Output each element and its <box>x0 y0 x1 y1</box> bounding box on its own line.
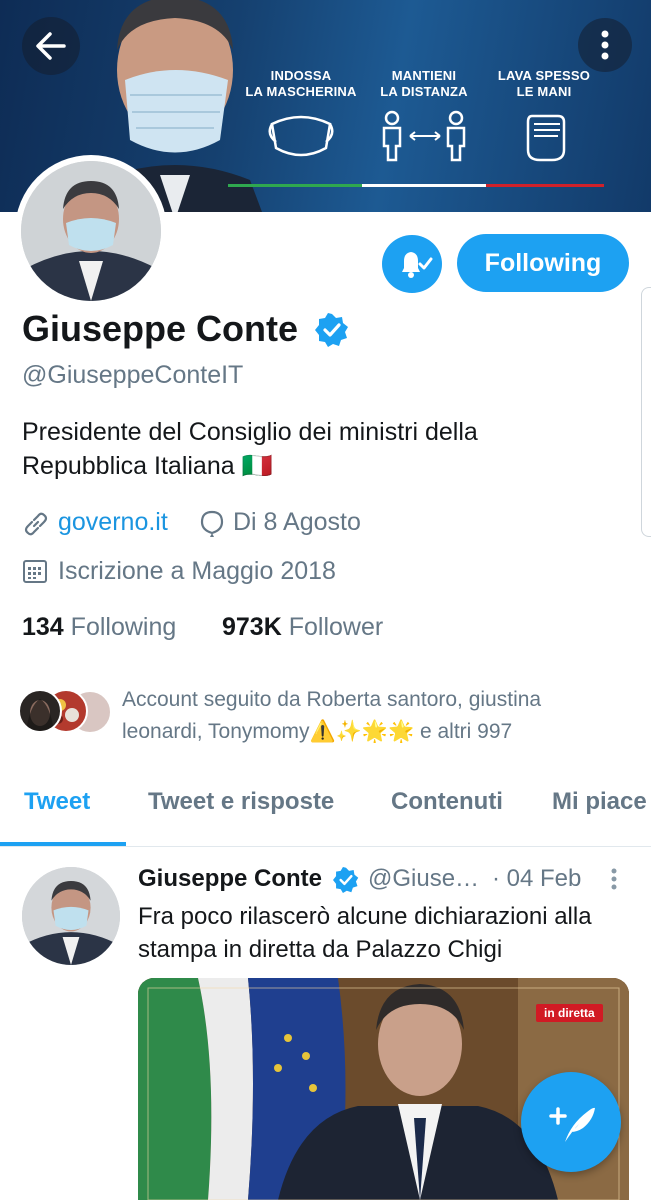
tweet-date[interactable]: · 04 Feb <box>492 865 581 893</box>
flag-stripe-red <box>486 184 604 187</box>
flag-stripe-white <box>362 184 486 187</box>
tab-tweet-e-risposte[interactable]: Tweet e risposte <box>148 788 334 816</box>
profile-name: Giuseppe Conte <box>22 308 299 349</box>
active-tab-indicator <box>0 842 126 846</box>
back-arrow-icon <box>36 32 66 60</box>
tab-mi-piace[interactable]: Mi piace <box>552 788 647 816</box>
more-vertical-icon <box>601 30 609 60</box>
profile-birthday: Di 8 Agosto <box>233 508 361 536</box>
banner-msg-distance: MANTIENI LA DISTANZA <box>380 68 468 99</box>
wash-hands-icon <box>526 114 566 162</box>
following-count-label: Following <box>70 613 177 641</box>
back-button[interactable] <box>22 17 80 75</box>
profile-tabs: Tweet Tweet e risposte Contenuti Mi piac… <box>0 768 651 847</box>
notifications-button[interactable] <box>382 235 442 293</box>
followers-count-label: Follower <box>288 613 384 641</box>
verified-badge-icon <box>315 313 348 347</box>
tweet-author-name[interactable]: Giuseppe Conte <box>138 865 322 893</box>
tweet-verified-badge-icon <box>333 867 359 893</box>
following-count-number: 134 <box>22 613 64 641</box>
tab-tweet[interactable]: Tweet <box>24 788 90 816</box>
compose-tweet-icon <box>549 1107 595 1142</box>
calendar-icon <box>23 560 47 583</box>
profile-website-link[interactable]: governo.it <box>58 508 168 537</box>
compose-tweet-button[interactable] <box>521 1072 621 1172</box>
banner-msg-mask: INDOSSA LA MASCHERINA <box>245 68 357 99</box>
follower-avatar-1[interactable] <box>18 689 62 733</box>
profile-avatar[interactable] <box>15 155 167 307</box>
followers-count-number: 973K <box>222 613 282 641</box>
tab-contenuti[interactable]: Contenuti <box>391 788 503 816</box>
followed-by-text[interactable]: Account seguito da Roberta santoro, gius… <box>122 684 622 748</box>
tweet-author-handle[interactable]: @Giuse… <box>368 865 479 893</box>
tweet-text: Fra poco rilascerò alcune dichiarazioni … <box>138 903 592 963</box>
tweet-avatar-portrait <box>22 867 120 965</box>
banner-msg-hands: LAVA SPESSO LE MANI <box>497 68 591 99</box>
followers-count[interactable]: 973K Follower <box>222 613 383 642</box>
link-icon <box>24 512 48 536</box>
balloon-icon <box>200 510 224 537</box>
tweet-avatar[interactable] <box>22 867 120 965</box>
distance-icon <box>382 110 466 162</box>
avatar-portrait <box>21 161 161 301</box>
mask-icon <box>268 115 334 157</box>
following-count[interactable]: 134 Following <box>22 613 176 642</box>
tweet-more-icon[interactable] <box>604 866 624 894</box>
bell-check-icon <box>402 252 433 278</box>
flag-stripe-green <box>228 184 362 187</box>
profile-join-date: Iscrizione a Maggio 2018 <box>58 557 336 585</box>
live-badge: in diretta <box>536 1004 603 1022</box>
profile-handle: @GiuseppeConteIT <box>22 361 244 389</box>
profile-bio: Presidente del Consiglio dei ministri de… <box>22 418 478 480</box>
following-button[interactable]: Following <box>457 234 629 292</box>
scrollbar-thumb[interactable] <box>641 287 651 537</box>
more-options-button[interactable] <box>578 18 632 72</box>
